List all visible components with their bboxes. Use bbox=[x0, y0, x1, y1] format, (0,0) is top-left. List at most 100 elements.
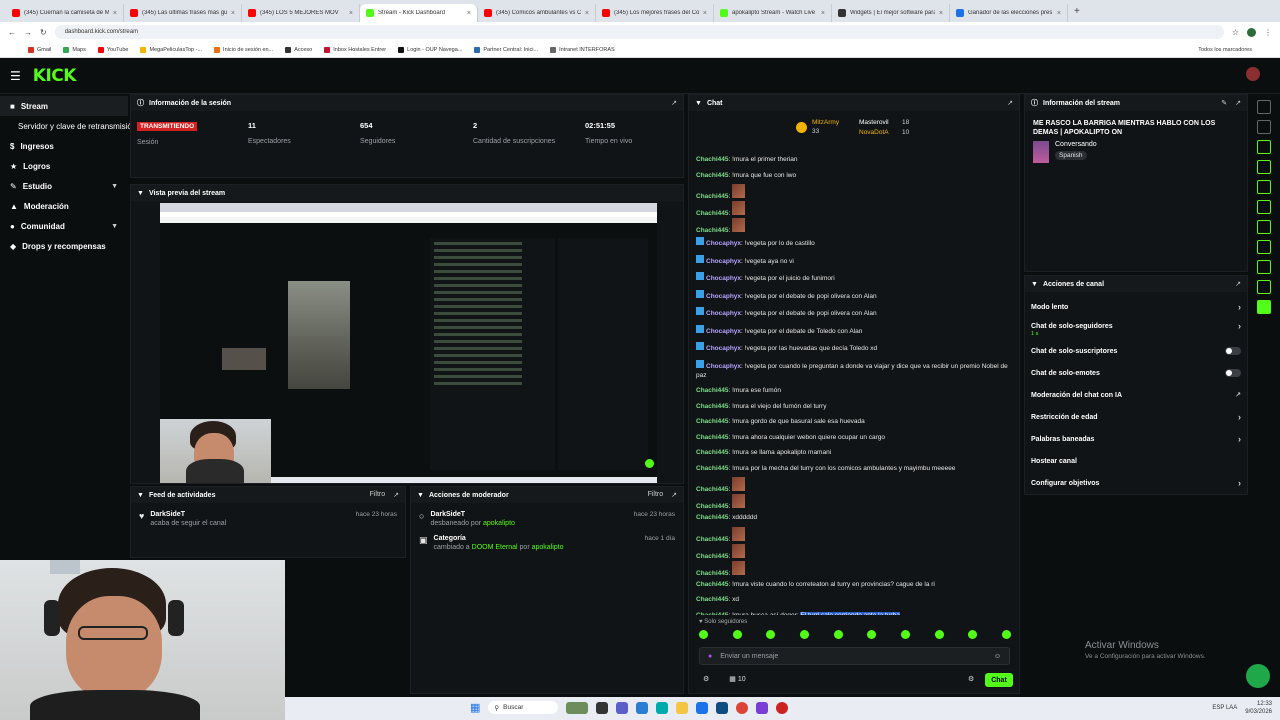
sidebar-item-comunidad[interactable]: ● Comunidad ▼ bbox=[0, 216, 128, 236]
expand-icon[interactable]: ↗ bbox=[671, 99, 677, 107]
close-icon[interactable]: × bbox=[467, 10, 471, 17]
chat-username[interactable]: Chachi445 bbox=[696, 418, 729, 425]
flash-icon[interactable] bbox=[1257, 160, 1271, 174]
bookmark-item[interactable]: Login - OUP Navega... bbox=[398, 46, 462, 53]
app-icon[interactable] bbox=[776, 701, 789, 714]
chat-input[interactable]: ● Enviar un mensaje ☺ bbox=[699, 647, 1010, 665]
chat-username[interactable]: Chachi445 bbox=[696, 486, 729, 493]
star-icon[interactable]: ☆ bbox=[1232, 28, 1239, 37]
trash-icon[interactable] bbox=[1257, 220, 1271, 234]
browser-tab[interactable]: Stream - Kick Dashboard × bbox=[360, 4, 478, 22]
emotes-only-toggle[interactable] bbox=[1225, 369, 1241, 377]
bookmark-item[interactable]: Gmail bbox=[28, 46, 51, 53]
chat-username[interactable]: Chachi445 bbox=[696, 449, 729, 456]
chat-username[interactable]: Chachi445 bbox=[696, 553, 729, 560]
bookmark-item[interactable]: Acceso bbox=[285, 46, 312, 53]
chat-username[interactable]: Chachi445 bbox=[696, 193, 729, 200]
sidebar-item-server-key[interactable]: Servidor y clave de retransmisión bbox=[0, 116, 136, 136]
browser-tab[interactable]: (345) Cuernan la camiseta de M × bbox=[6, 4, 124, 22]
chat-username[interactable]: Chocaphyx bbox=[706, 345, 741, 352]
action-subscribers-only[interactable]: Chat de solo-suscriptores bbox=[1025, 340, 1247, 362]
sidebar-item-drops[interactable]: ◆ Drops y recompensas bbox=[0, 236, 128, 256]
chat-username[interactable]: Chachi445 bbox=[696, 172, 729, 179]
chat-emote[interactable] bbox=[732, 184, 746, 198]
action-emotes-only[interactable]: Chat de solo-emotes bbox=[1025, 362, 1247, 384]
floating-chat-button[interactable] bbox=[1246, 664, 1270, 688]
emote-icon[interactable] bbox=[833, 630, 843, 639]
taskbar-search[interactable]: ⚲ Buscar bbox=[488, 701, 559, 714]
emote-icon[interactable] bbox=[1001, 630, 1011, 639]
sidebar-item-logros[interactable]: ★ Logros bbox=[0, 156, 128, 176]
settings-icon[interactable] bbox=[1257, 100, 1271, 114]
action-slow-mode[interactable]: Modo lento › bbox=[1025, 296, 1247, 318]
chat-username[interactable]: Chachi445 bbox=[696, 387, 729, 394]
app-icon[interactable] bbox=[616, 701, 629, 714]
chevron-down-icon[interactable]: ▼ bbox=[137, 492, 144, 499]
sidebar-item-ingresos[interactable]: $ Ingresos bbox=[0, 136, 128, 156]
menu-icon[interactable]: ⋮ bbox=[1264, 28, 1272, 37]
edit-icon[interactable]: ✎ bbox=[1221, 99, 1227, 107]
chat-send-button[interactable]: Chat bbox=[985, 673, 1013, 687]
filter-button[interactable]: Filtro bbox=[648, 491, 664, 499]
chevron-down-icon[interactable]: ▼ bbox=[137, 190, 144, 197]
kick-logo[interactable]: KICK bbox=[33, 66, 77, 86]
app-icon[interactable] bbox=[596, 701, 609, 714]
chat-username[interactable]: Chachi445 bbox=[696, 434, 729, 441]
plus-icon[interactable] bbox=[1257, 300, 1271, 314]
bookmark-item[interactable]: Intranet INTERFORAS bbox=[550, 46, 615, 53]
action-ai-moderation[interactable]: Moderación del chat con IA ↗ bbox=[1025, 384, 1247, 406]
chat-username[interactable]: Chocaphyx bbox=[706, 363, 741, 370]
settings-icon[interactable]: ⚙ bbox=[703, 676, 709, 683]
hamburger-icon[interactable]: ☰ bbox=[10, 69, 21, 83]
reload-icon[interactable]: ↻ bbox=[40, 28, 47, 37]
profile-icon[interactable] bbox=[1247, 27, 1256, 37]
emote-icon[interactable] bbox=[699, 630, 708, 639]
chat-emote[interactable] bbox=[732, 218, 746, 232]
expand-icon[interactable]: ↗ bbox=[393, 491, 399, 499]
app-icon[interactable] bbox=[716, 701, 729, 714]
share-icon[interactable] bbox=[1257, 280, 1271, 294]
expand-icon[interactable]: ↗ bbox=[1235, 280, 1241, 288]
chat-username[interactable]: Chocaphyx bbox=[706, 275, 741, 282]
chat-username[interactable]: Chachi445 bbox=[696, 403, 729, 410]
clip-icon[interactable] bbox=[1257, 180, 1271, 194]
emoji-icon[interactable]: ☺ bbox=[994, 653, 1001, 660]
app-icon[interactable] bbox=[636, 701, 649, 714]
action-host-channel[interactable]: Hostear canal bbox=[1025, 450, 1247, 472]
bookmark-item[interactable]: Partner Central: Inici... bbox=[474, 46, 538, 53]
subscribers-only-toggle[interactable] bbox=[1225, 347, 1241, 355]
close-icon[interactable]: × bbox=[349, 10, 353, 17]
all-bookmarks-button[interactable]: Todos los marcadores bbox=[1198, 47, 1252, 53]
new-tab-button[interactable]: + bbox=[1068, 6, 1086, 17]
filter-button[interactable]: Filtro bbox=[370, 491, 386, 499]
chat-username[interactable]: Chachi445 bbox=[696, 210, 729, 217]
action-configure-goals[interactable]: Configurar objetivos › bbox=[1025, 472, 1247, 494]
browser-tab[interactable]: apokalipto Stream - Watch Live × bbox=[714, 4, 832, 22]
chat-emote[interactable] bbox=[732, 560, 746, 575]
gear-icon[interactable]: ⚙ bbox=[968, 675, 974, 683]
action-followers-only[interactable]: Chat de solo-seguidores › 1 s bbox=[1025, 318, 1247, 340]
close-icon[interactable]: × bbox=[821, 10, 825, 17]
chat-username[interactable]: Chachi445 bbox=[696, 581, 729, 588]
bookmark-item[interactable]: MegaPeliculasTop -... bbox=[140, 46, 202, 53]
bookmark-item[interactable]: Maps bbox=[63, 46, 86, 53]
browser-tab[interactable]: (345) Los mejores frases del Co × bbox=[596, 4, 714, 22]
camera-icon[interactable] bbox=[1257, 140, 1271, 154]
close-icon[interactable]: × bbox=[113, 10, 117, 17]
chat-icon[interactable] bbox=[1257, 200, 1271, 214]
close-icon[interactable]: × bbox=[1057, 10, 1061, 17]
browser-tab[interactable]: (345) Comicos ambulantes vs C × bbox=[478, 4, 596, 22]
chat-username[interactable]: Chachi445 bbox=[696, 596, 729, 603]
app-icon[interactable] bbox=[756, 701, 769, 714]
user-avatar[interactable] bbox=[1246, 67, 1260, 81]
chat-emote[interactable] bbox=[732, 477, 746, 491]
taskview-icon[interactable] bbox=[566, 701, 589, 714]
close-icon[interactable]: × bbox=[703, 10, 707, 17]
chat-username[interactable]: Chachi445 bbox=[696, 536, 729, 543]
chat-username[interactable]: Chachi445 bbox=[696, 465, 729, 472]
chat-username[interactable]: Chocaphyx bbox=[706, 240, 741, 247]
chat-username[interactable]: Chocaphyx bbox=[706, 310, 741, 317]
bookmark-item[interactable]: YouTube bbox=[97, 46, 128, 53]
chat-username[interactable]: Chachi445 bbox=[696, 570, 729, 577]
chat-emote[interactable] bbox=[732, 543, 746, 558]
